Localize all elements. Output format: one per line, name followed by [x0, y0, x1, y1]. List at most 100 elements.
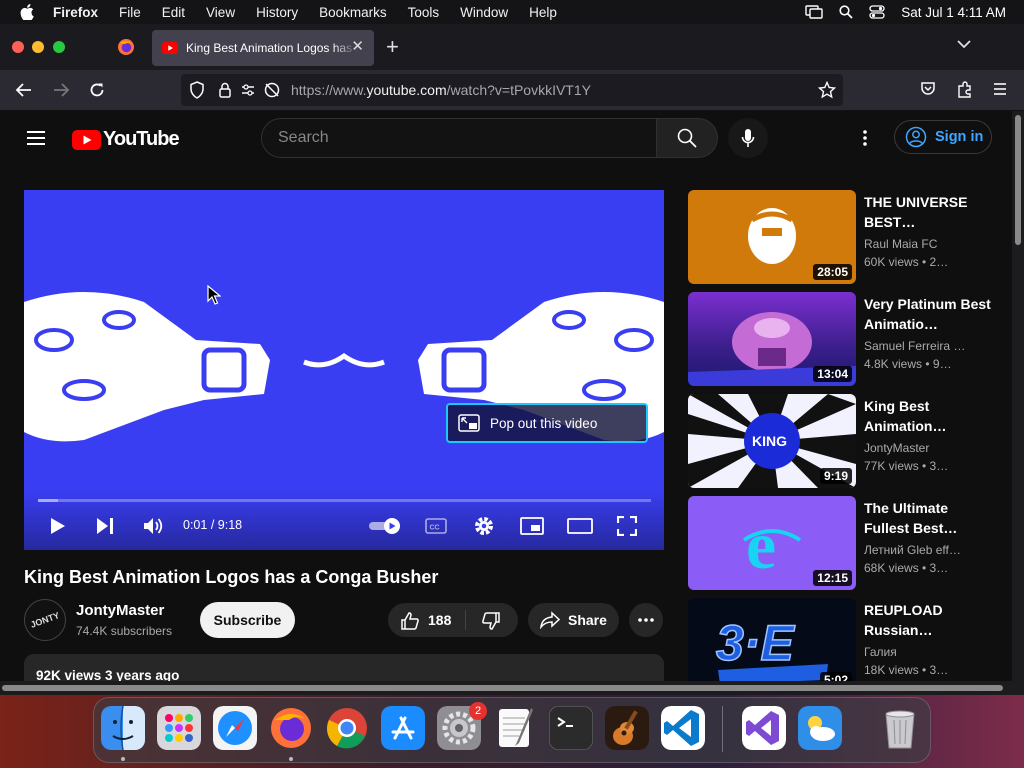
- lock-icon[interactable]: [218, 81, 232, 99]
- reload-icon[interactable]: [88, 81, 106, 99]
- url-text[interactable]: https://www.youtube.com/watch?v=tPovkkIV…: [291, 82, 591, 98]
- new-tab-plus-icon[interactable]: +: [386, 35, 399, 59]
- rec-title[interactable]: The Ultimate Fullest Best…: [864, 498, 992, 538]
- rec-channel[interactable]: Raul Maia FC: [864, 237, 937, 251]
- firefox-icon[interactable]: [269, 706, 313, 750]
- vscode-icon[interactable]: [661, 706, 705, 750]
- play-icon[interactable]: [50, 517, 66, 535]
- screen-mirroring-icon[interactable]: [805, 5, 823, 19]
- window-close-button[interactable]: [12, 41, 24, 53]
- dislike-thumbs-down-icon[interactable]: [481, 611, 501, 631]
- pocket-icon[interactable]: [920, 81, 936, 97]
- tracking-protection-shield-icon[interactable]: [189, 81, 205, 99]
- video-thumbnail[interactable]: 3·E 5:02: [688, 598, 856, 681]
- back-arrow-icon[interactable]: [15, 82, 33, 98]
- share-button[interactable]: Share: [528, 603, 619, 637]
- horizontal-scrollbar[interactable]: [0, 681, 1012, 695]
- tab-close-icon[interactable]: ✕: [351, 39, 364, 54]
- rec-channel[interactable]: JontyMaster: [864, 441, 929, 455]
- recommended-video[interactable]: 3·E 5:02 REUPLOAD Russian… Галия 18K vie…: [688, 598, 998, 681]
- voice-search-button[interactable]: [728, 118, 768, 158]
- recommended-video[interactable]: 13:04 Very Platinum Best Animatio… Samue…: [688, 292, 998, 386]
- video-thumbnail[interactable]: KING 9:19: [688, 394, 856, 488]
- menu-history[interactable]: History: [256, 5, 298, 20]
- list-all-tabs-chevron-icon[interactable]: [956, 38, 972, 50]
- like-count[interactable]: 188: [428, 612, 451, 628]
- garageband-icon[interactable]: [605, 706, 649, 750]
- settings-gear-icon[interactable]: [473, 515, 495, 537]
- spotlight-search-icon[interactable]: [839, 5, 853, 19]
- like-thumbs-up-icon[interactable]: [400, 611, 420, 631]
- video-player[interactable]: Pop out this video 0:01 / 9:18 CC: [24, 190, 664, 550]
- textedit-icon[interactable]: [493, 706, 537, 750]
- vertical-scrollbar[interactable]: [1012, 111, 1024, 681]
- menu-edit[interactable]: Edit: [162, 5, 185, 20]
- description-box[interactable]: 92K views 3 years ago: [24, 654, 664, 681]
- video-thumbnail[interactable]: e 12:15: [688, 496, 856, 590]
- rec-title[interactable]: Very Platinum Best Animatio…: [864, 294, 992, 334]
- menu-bookmarks[interactable]: Bookmarks: [319, 5, 387, 20]
- theater-mode-icon[interactable]: [567, 518, 593, 534]
- guide-menu-icon[interactable]: [26, 130, 46, 146]
- share-label: Share: [568, 612, 607, 628]
- next-video-icon[interactable]: [96, 517, 114, 535]
- rec-title[interactable]: THE UNIVERSE BEST…: [864, 192, 992, 232]
- pinned-tab-firefox[interactable]: [110, 30, 142, 64]
- channel-avatar[interactable]: JONTY: [24, 599, 66, 641]
- rec-title[interactable]: King Best Animation…: [864, 396, 992, 436]
- recommended-video[interactable]: KING 9:19 King Best Animation… JontyMast…: [688, 394, 998, 488]
- launchpad-icon[interactable]: [157, 706, 201, 750]
- more-options-vertical-icon[interactable]: [862, 129, 868, 147]
- hamburger-menu-icon[interactable]: [992, 82, 1008, 96]
- menu-app-firefox[interactable]: Firefox: [53, 5, 98, 20]
- fullscreen-icon[interactable]: [617, 516, 637, 536]
- autoplay-toggle-icon[interactable]: [368, 517, 402, 535]
- youtube-logo[interactable]: YouTube: [72, 128, 180, 151]
- miniplayer-icon[interactable]: [520, 517, 544, 535]
- visual-studio-icon[interactable]: [742, 706, 786, 750]
- search-button[interactable]: [656, 118, 718, 158]
- finder-icon[interactable]: [101, 706, 145, 750]
- tab-youtube-video[interactable]: King Best Animation Logos has a Conga Bu…: [152, 30, 374, 66]
- rec-channel[interactable]: Галия: [864, 645, 897, 659]
- progress-bar[interactable]: [37, 499, 651, 502]
- forward-arrow-icon[interactable]: [52, 82, 70, 98]
- permissions-icon[interactable]: [241, 82, 281, 98]
- video-thumbnail[interactable]: 28:05: [688, 190, 856, 284]
- menu-view[interactable]: View: [206, 5, 235, 20]
- subscribe-button[interactable]: Subscribe: [200, 602, 295, 638]
- control-center-icon[interactable]: [869, 5, 885, 19]
- recommended-video[interactable]: e 12:15 The Ultimate Fullest Best… Летни…: [688, 496, 998, 590]
- menu-tools[interactable]: Tools: [408, 5, 440, 20]
- rec-channel[interactable]: Летний Gleb eff…: [864, 543, 961, 557]
- extensions-puzzle-icon[interactable]: [956, 80, 974, 98]
- window-zoom-button[interactable]: [53, 41, 65, 53]
- rec-title[interactable]: REUPLOAD Russian…: [864, 600, 992, 640]
- more-actions-button[interactable]: [629, 603, 663, 637]
- menubar-clock[interactable]: Sat Jul 1 4:11 AM: [901, 5, 1006, 20]
- horizontal-scroll-thumb[interactable]: [2, 685, 1003, 691]
- apple-logo-icon[interactable]: [20, 4, 34, 20]
- channel-name[interactable]: JontyMaster: [76, 602, 164, 619]
- window-minimize-button[interactable]: [32, 41, 44, 53]
- pop-out-video-button[interactable]: Pop out this video: [446, 403, 648, 443]
- trash-icon[interactable]: [878, 706, 922, 750]
- volume-icon[interactable]: [143, 516, 165, 536]
- menu-help[interactable]: Help: [529, 5, 557, 20]
- weather-icon[interactable]: [798, 706, 842, 750]
- safari-icon[interactable]: [213, 706, 257, 750]
- menu-window[interactable]: Window: [460, 5, 508, 20]
- app-store-icon[interactable]: [381, 706, 425, 750]
- terminal-icon[interactable]: [549, 706, 593, 750]
- search-input[interactable]: Search: [261, 118, 658, 158]
- menu-file[interactable]: File: [119, 5, 141, 20]
- bookmark-star-icon[interactable]: [818, 81, 836, 99]
- finder-running-indicator: [121, 757, 125, 761]
- recommended-video[interactable]: 28:05 THE UNIVERSE BEST… Raul Maia FC 60…: [688, 190, 998, 284]
- vertical-scroll-thumb[interactable]: [1015, 115, 1021, 245]
- sign-in-button[interactable]: Sign in: [894, 120, 992, 154]
- subtitles-cc-icon[interactable]: CC: [425, 517, 447, 535]
- chrome-icon[interactable]: [325, 706, 369, 750]
- rec-channel[interactable]: Samuel Ferreira …: [864, 339, 965, 353]
- video-thumbnail[interactable]: 13:04: [688, 292, 856, 386]
